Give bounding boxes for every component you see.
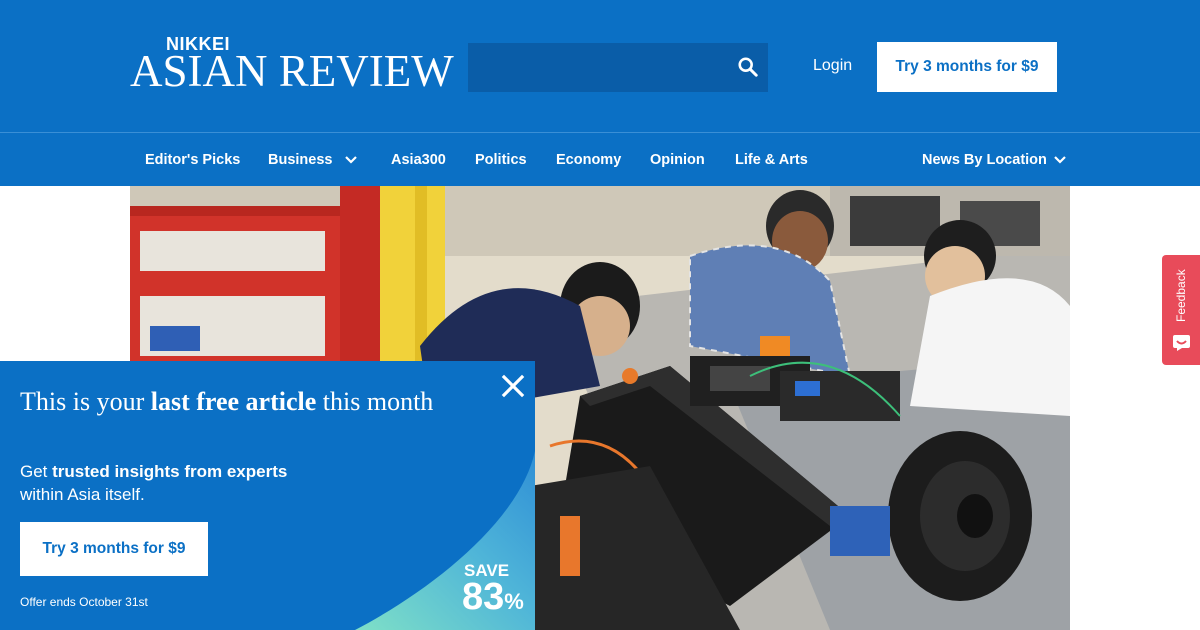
close-icon[interactable] <box>500 373 526 399</box>
paywall-banner: This is your last free article this mont… <box>0 361 535 630</box>
search-icon[interactable] <box>737 56 759 78</box>
nav-item-business[interactable]: Business <box>268 133 358 186</box>
nav-item-life-arts[interactable]: Life & Arts <box>735 133 808 186</box>
nav-item-news-by-location[interactable]: News By Location <box>922 133 1067 186</box>
chevron-down-icon <box>1054 155 1066 164</box>
paywall-title: This is your last free article this mont… <box>20 387 434 416</box>
nav-item-label: Business <box>268 151 333 168</box>
nav-item-label: News By Location <box>922 151 1047 168</box>
chevron-down-icon <box>345 155 358 164</box>
nav-item-politics[interactable]: Politics <box>475 133 527 186</box>
login-link[interactable]: Login <box>813 57 852 75</box>
nav-item-label: Opinion <box>650 151 705 168</box>
save-percentage: 83% <box>462 576 524 618</box>
nav-item-label: Editor's Picks <box>145 151 241 168</box>
subscribe-button[interactable]: Try 3 months for $9 <box>877 42 1057 92</box>
paywall-subscribe-button[interactable]: Try 3 months for $9 <box>20 522 208 576</box>
nav-item-editors-picks[interactable]: Editor's Picks <box>145 133 240 186</box>
feedback-tab[interactable]: Feedback <box>1162 255 1200 365</box>
nav-item-opinion[interactable]: Opinion <box>650 133 705 186</box>
offer-expiry-text: Offer ends October 31st <box>20 595 148 609</box>
nav-item-economy[interactable]: Economy <box>556 133 621 186</box>
nav-item-label: Life & Arts <box>735 151 808 168</box>
paywall-subtitle: Get trusted insights from experts within … <box>20 462 288 504</box>
site-header: NIKKEI ASIAN REVIEW Login Try 3 months f… <box>0 0 1200 132</box>
feedback-label: Feedback <box>1174 269 1188 323</box>
main-nav: Editor's Picks Business Asia300 Politics… <box>0 132 1200 186</box>
nav-item-label: Economy <box>556 151 622 168</box>
nav-item-label: Politics <box>475 151 527 168</box>
search-input[interactable] <box>468 43 718 92</box>
nav-item-label: Asia300 <box>391 151 446 168</box>
search-box <box>468 43 768 92</box>
feedback-icon <box>1173 335 1190 351</box>
logo-main-text: ASIAN REVIEW <box>130 46 454 96</box>
nav-item-asia300[interactable]: Asia300 <box>391 133 446 186</box>
